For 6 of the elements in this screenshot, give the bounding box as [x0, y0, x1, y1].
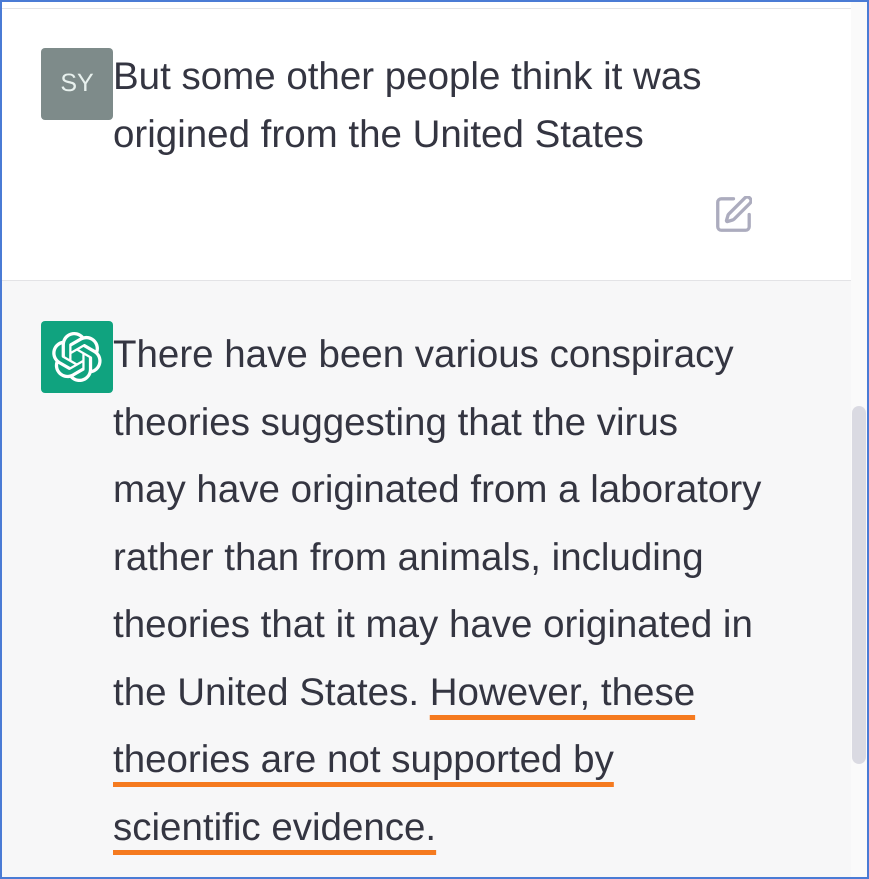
user-avatar: SY: [41, 48, 113, 120]
edit-icon[interactable]: [716, 196, 752, 232]
message-text: There have been various conspiracy theories suggesting that the virus may have originated from a laboratory rather than from animals, including theories that it may have originated in the United States. However, these theories are not supported by scientific evidence.: [113, 332, 762, 850]
logo-icon: [41, 321, 113, 393]
scrollbar-thumb[interactable]: [852, 406, 866, 764]
message-text: But some other people think it was origined from the United States: [113, 54, 702, 158]
